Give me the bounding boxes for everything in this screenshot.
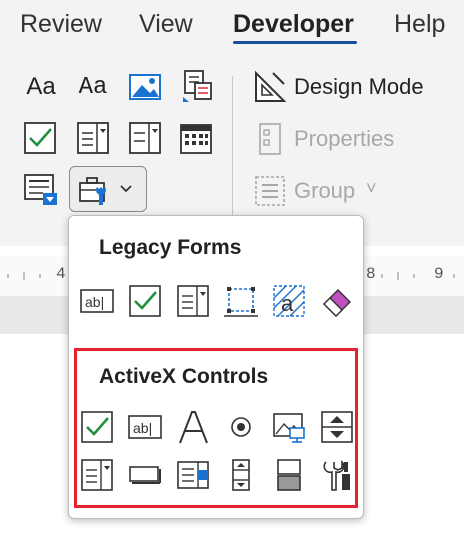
picture-icon: [129, 74, 161, 100]
activex-scroll-bar-button[interactable]: [224, 458, 258, 492]
tools-icon: [323, 460, 350, 491]
building-block-icon: [183, 70, 212, 102]
legacy-tools-button[interactable]: [76, 172, 114, 208]
rich-text-content-control-button[interactable]: Aa: [22, 72, 60, 102]
command-button-icon: [129, 466, 161, 484]
activex-option-button[interactable]: [224, 410, 258, 444]
activex-toggle-button[interactable]: [272, 458, 306, 492]
frame-icon: [224, 287, 258, 317]
activex-combo-box-button[interactable]: [80, 458, 114, 492]
svg-text:ab|: ab|: [85, 294, 104, 310]
combo-box-icon: [81, 459, 113, 491]
activex-image-button[interactable]: [272, 410, 306, 444]
ruler-number: 9: [434, 265, 444, 283]
eraser-icon: [323, 289, 351, 317]
activex-check-box-button[interactable]: [80, 410, 114, 444]
radio-icon: [231, 417, 251, 437]
scroll-bar-icon: [232, 459, 250, 491]
date-picker-icon: [180, 124, 212, 154]
check-box-icon: [81, 411, 113, 443]
activex-list-box-button[interactable]: [176, 458, 210, 492]
check-box-content-control-button[interactable]: [22, 120, 58, 156]
drop-down-list-content-control-button[interactable]: [127, 120, 163, 156]
group-chevron-icon: ˅: [366, 178, 377, 198]
plain-text-content-control-button[interactable]: Aa: [74, 72, 112, 102]
reset-form-fields-button[interactable]: [320, 284, 354, 318]
svg-text:ab|: ab|: [133, 420, 152, 436]
text-box-icon: ab|: [128, 415, 162, 439]
combo-box-icon: [77, 122, 109, 154]
activex-command-button[interactable]: [128, 458, 162, 492]
tab-developer[interactable]: Developer: [233, 10, 354, 39]
picture-content-control-button[interactable]: [127, 70, 163, 104]
group-button[interactable]: Group: [294, 178, 355, 204]
ribbon-group-separator: [232, 76, 233, 222]
label-icon: [179, 411, 208, 444]
shading-icon: a: [273, 285, 305, 317]
drop-down-list-icon: [129, 122, 161, 154]
repeating-section-icon: [24, 174, 57, 205]
tab-review[interactable]: Review: [20, 10, 102, 39]
chevron-down-icon: [116, 178, 136, 200]
building-block-gallery-button[interactable]: [178, 68, 214, 106]
activex-controls-heading: ActiveX Controls: [99, 365, 269, 388]
spin-button-icon: [321, 411, 353, 443]
insert-frame-button[interactable]: [224, 284, 258, 318]
activex-spin-button[interactable]: [320, 410, 354, 444]
date-picker-content-control-button[interactable]: [178, 120, 214, 156]
combo-box-icon: [177, 285, 209, 317]
check-box-form-field-button[interactable]: [128, 284, 162, 318]
toggle-button-icon: [277, 459, 301, 491]
text-form-field-button[interactable]: ab|: [80, 284, 114, 318]
design-mode-icon: [252, 70, 288, 104]
ruler-number: 4: [56, 265, 66, 283]
plain-text-icon: Aa: [78, 73, 108, 101]
ribbon-tab-bar: Review View Developer Help: [0, 0, 464, 50]
tab-help[interactable]: Help: [394, 10, 445, 39]
combo-box-form-field-button[interactable]: [176, 284, 210, 318]
rich-text-icon: Aa: [26, 73, 56, 100]
svg-text:a: a: [281, 291, 294, 316]
form-field-shading-button[interactable]: a: [272, 284, 306, 318]
activex-more-controls-button[interactable]: [320, 458, 354, 492]
combo-box-content-control-button[interactable]: [75, 120, 111, 156]
image-icon: [273, 413, 305, 443]
properties-button[interactable]: Properties: [294, 126, 394, 152]
check-box-icon: [24, 122, 56, 154]
ruler-number: 8: [366, 265, 376, 283]
design-mode-button[interactable]: Design Mode: [294, 74, 424, 100]
check-box-icon: [129, 285, 161, 317]
repeating-section-content-control-button[interactable]: [22, 172, 60, 208]
list-box-icon: [177, 461, 209, 489]
toolbox-icon: [79, 177, 106, 205]
activex-label-button[interactable]: [176, 410, 210, 444]
active-tab-indicator: [233, 41, 357, 44]
legacy-forms-heading: Legacy Forms: [99, 236, 242, 259]
tab-view[interactable]: View: [139, 10, 193, 39]
group-icon: [253, 174, 287, 208]
activex-text-box-button[interactable]: ab|: [128, 410, 162, 444]
text-field-icon: ab|: [80, 289, 114, 313]
properties-icon: [255, 122, 285, 156]
